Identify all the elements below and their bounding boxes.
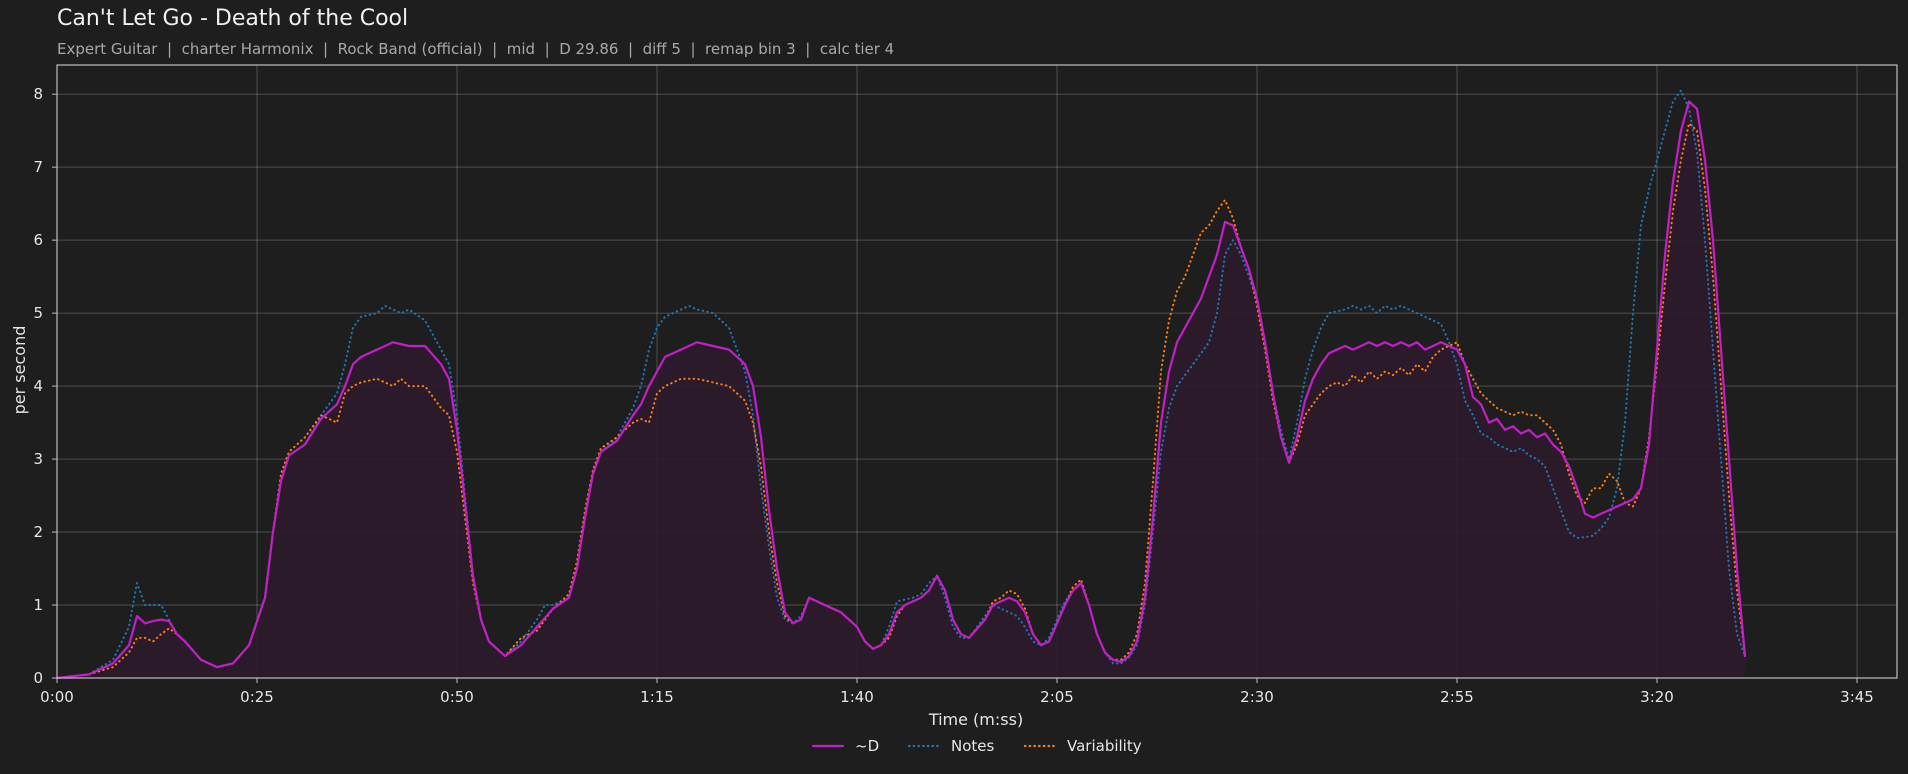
x-tick-label: 2:05: [1040, 688, 1074, 706]
y-tick-label: 7: [33, 158, 43, 176]
series-fill-area: [57, 101, 1745, 678]
legend-label: Notes: [951, 737, 995, 755]
x-tick-label: 2:30: [1240, 688, 1274, 706]
y-tick-label: 5: [33, 304, 43, 322]
x-axis-label: Time (m:ss): [928, 710, 1023, 729]
legend: ~D Notes Variability: [811, 737, 1142, 755]
y-axis-label: per second: [10, 326, 29, 415]
x-tick-label: 0:25: [240, 688, 274, 706]
legend-label: Variability: [1067, 737, 1142, 755]
x-tick-label: 3:45: [1840, 688, 1874, 706]
x-tick-label: 0:00: [40, 688, 74, 706]
y-tick-label: 2: [33, 523, 43, 541]
y-tick-label: 0: [33, 669, 43, 687]
x-tick-label: 0:50: [440, 688, 474, 706]
line-chart: 0:00 0:25 0:50 1:15 1:40 2:05 2:30 2:55 3:20 3:45…: [10, 64, 1898, 755]
legend-label: ~D: [855, 737, 879, 755]
x-tick-label: 2:55: [1440, 688, 1474, 706]
x-axis-ticks: 0:00 0:25 0:50 1:15 1:40 2:05 2:30 2:55 3:20 3:45: [40, 678, 1874, 706]
fill-area: [57, 101, 1745, 678]
x-tick-label: 3:20: [1640, 688, 1674, 706]
y-axis-ticks: 0 1 2 3 4 5 6 7 8: [33, 85, 57, 687]
y-tick-label: 1: [33, 596, 43, 614]
y-tick-label: 4: [33, 377, 43, 395]
y-tick-label: 8: [33, 85, 43, 103]
y-tick-label: 6: [33, 231, 43, 249]
x-tick-label: 1:15: [640, 688, 674, 706]
x-tick-label: 1:40: [840, 688, 874, 706]
y-tick-label: 3: [33, 450, 43, 468]
